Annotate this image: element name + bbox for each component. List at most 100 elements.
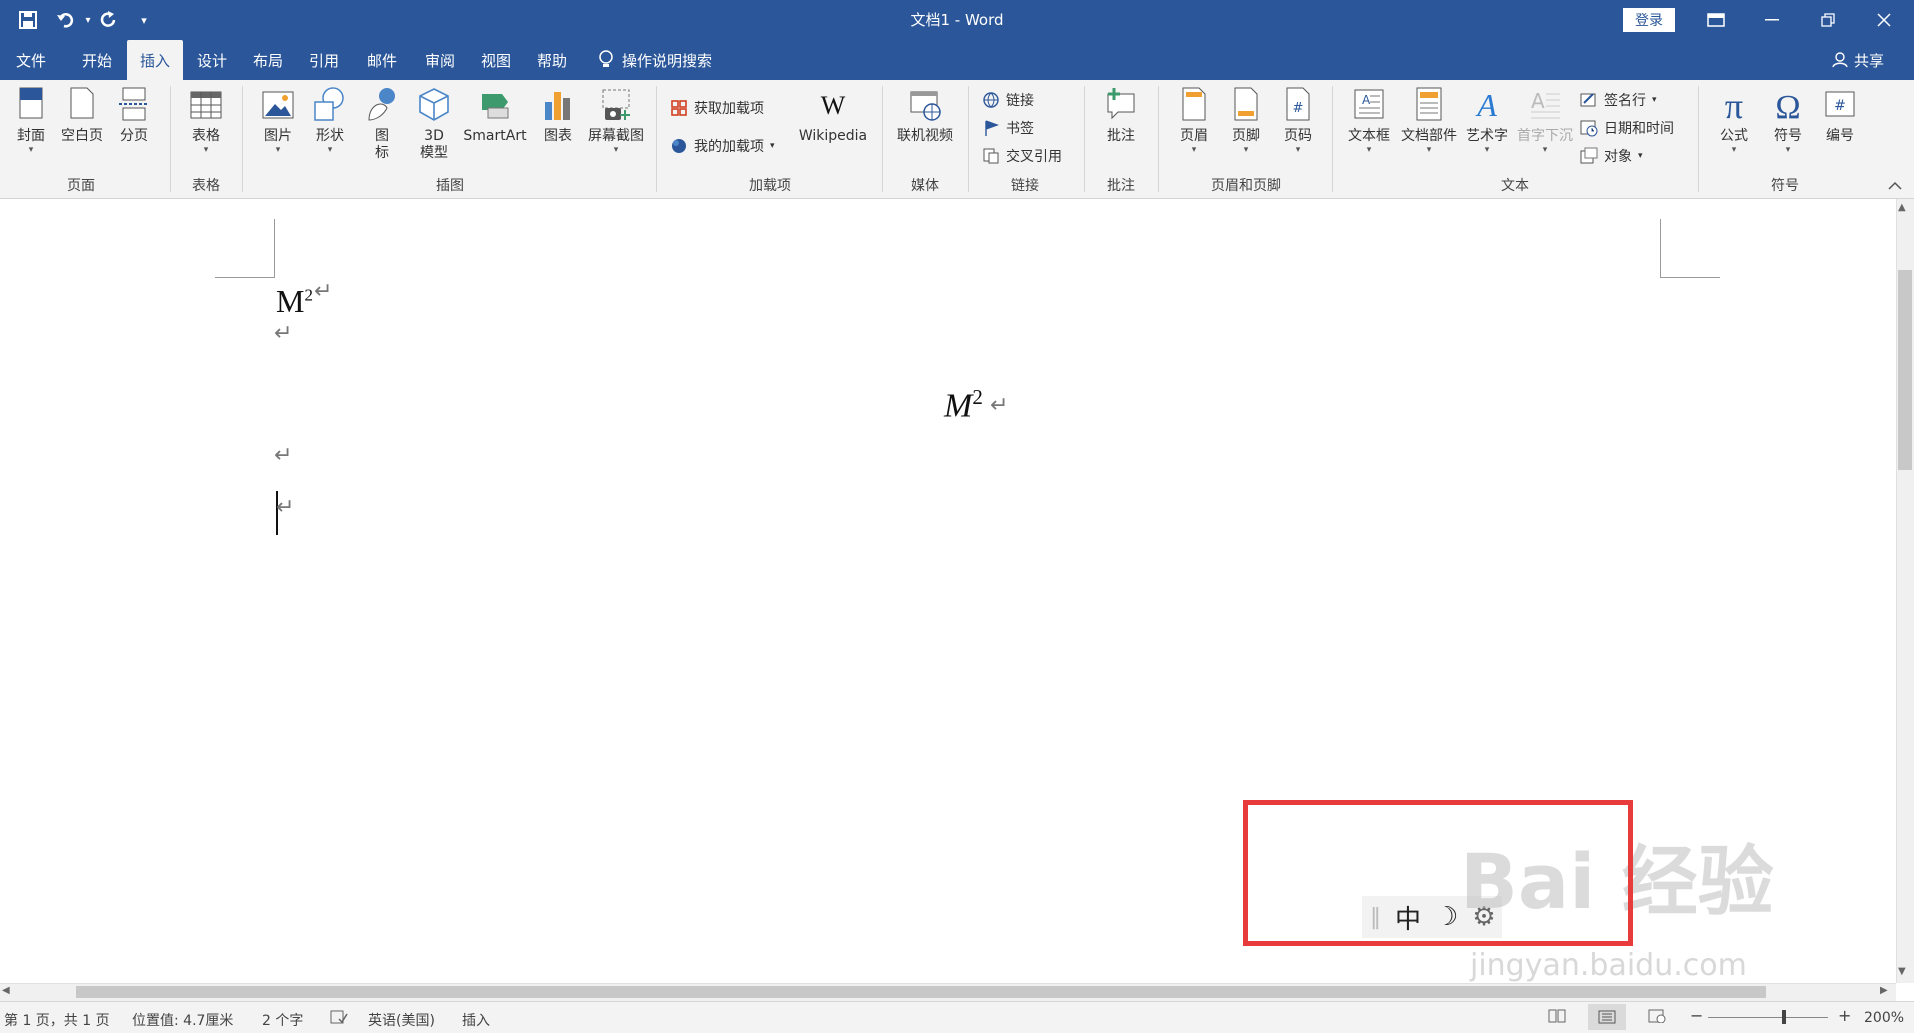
- signature-icon: [1580, 93, 1596, 107]
- wordart-button[interactable]: A 艺术字 ▾: [1462, 86, 1512, 155]
- chevron-down-icon: ▾: [327, 145, 333, 155]
- tell-me-label: 操作说明搜索: [622, 51, 713, 70]
- collapse-ribbon-icon[interactable]: [1888, 180, 1902, 194]
- online-video-button[interactable]: 联机视频: [892, 86, 958, 145]
- svg-text:A: A: [1475, 87, 1497, 123]
- scroll-right-icon[interactable]: ▶: [1880, 985, 1888, 996]
- equation-label: 公式: [1720, 128, 1748, 144]
- link-button[interactable]: 链接: [982, 90, 1034, 110]
- equation-m-squared[interactable]: M2: [944, 385, 983, 425]
- footer-label: 页脚: [1232, 128, 1260, 144]
- signature-line-button[interactable]: 签名行 ▾: [1580, 90, 1657, 110]
- tab-mailings[interactable]: 邮件: [354, 40, 410, 80]
- 3d-models-label-line1: 3D: [424, 128, 444, 144]
- tab-view[interactable]: 视图: [468, 40, 524, 80]
- login-button[interactable]: 登录: [1623, 8, 1675, 32]
- tab-references[interactable]: 引用: [296, 40, 352, 80]
- chevron-down-icon: ▾: [1243, 145, 1249, 155]
- tab-review[interactable]: 审阅: [412, 40, 468, 80]
- date-time-button[interactable]: 日期和时间: [1580, 118, 1674, 138]
- ribbon-display-options-icon[interactable]: [1688, 0, 1744, 40]
- tab-insert[interactable]: 插入: [127, 40, 183, 80]
- group-label-tables: 表格: [192, 178, 220, 194]
- page-break-icon: [119, 87, 149, 121]
- shapes-button[interactable]: 形状 ▾: [310, 86, 350, 155]
- footer-button[interactable]: 页脚 ▾: [1224, 86, 1268, 155]
- scroll-left-icon[interactable]: ◀: [2, 985, 10, 996]
- drop-cap-button[interactable]: A 首字下沉 ▾: [1514, 86, 1576, 155]
- 3d-models-button[interactable]: 3D 模型: [414, 86, 454, 162]
- screenshot-button[interactable]: 屏幕截图 ▾: [584, 86, 648, 155]
- table-button[interactable]: 表格 ▾: [186, 86, 226, 155]
- zoom-in-button[interactable]: +: [1838, 1006, 1851, 1025]
- status-position[interactable]: 位置值: 4.7厘米: [132, 1010, 233, 1030]
- group-label-symbols: 符号: [1771, 178, 1799, 194]
- quick-parts-button[interactable]: 文档部件 ▾: [1398, 86, 1460, 155]
- symbol-label: 符号: [1774, 128, 1802, 144]
- smartart-button[interactable]: SmartArt: [460, 86, 530, 145]
- get-addins-button[interactable]: 获取加载项: [670, 98, 764, 118]
- close-icon[interactable]: [1856, 0, 1912, 40]
- chevron-down-icon: ▾: [1295, 145, 1301, 155]
- wikipedia-button[interactable]: W Wikipedia: [796, 86, 870, 145]
- page-number-button[interactable]: # 页码 ▾: [1276, 86, 1320, 155]
- proofing-icon[interactable]: [330, 1010, 348, 1028]
- tab-file[interactable]: 文件: [0, 40, 62, 80]
- cover-page-icon: [19, 87, 43, 119]
- scroll-up-icon[interactable]: ▲: [1898, 202, 1906, 213]
- tell-me-search[interactable]: 操作说明搜索: [598, 40, 712, 80]
- object-label: 对象: [1604, 149, 1632, 165]
- object-button[interactable]: 对象 ▾: [1580, 146, 1643, 166]
- vertical-scroll-thumb[interactable]: [1898, 270, 1912, 470]
- status-language[interactable]: 英语(美国): [368, 1010, 435, 1030]
- number-button[interactable]: # 编号: [1818, 86, 1862, 145]
- share-button[interactable]: 共享: [1832, 40, 1884, 80]
- chart-icon: [545, 92, 570, 120]
- chevron-down-icon: ▾: [1542, 145, 1548, 155]
- tab-layout[interactable]: 布局: [240, 40, 296, 80]
- zoom-out-button[interactable]: −: [1690, 1006, 1703, 1025]
- status-insert-mode[interactable]: 插入: [462, 1010, 490, 1030]
- svg-text:A: A: [1362, 93, 1371, 107]
- signature-line-label: 签名行: [1604, 93, 1646, 109]
- tab-help[interactable]: 帮助: [524, 40, 580, 80]
- group-label-pages: 页面: [67, 178, 95, 194]
- minimize-icon[interactable]: [1744, 0, 1800, 40]
- scroll-down-icon[interactable]: ▼: [1898, 966, 1906, 977]
- chart-button[interactable]: 图表: [538, 86, 578, 145]
- bookmark-button[interactable]: 书签: [982, 118, 1034, 138]
- read-mode-icon[interactable]: [1548, 1009, 1566, 1027]
- restore-icon[interactable]: [1800, 0, 1856, 40]
- horizontal-scroll-thumb[interactable]: [76, 986, 1766, 998]
- tab-home[interactable]: 开始: [68, 40, 126, 80]
- blank-page-button[interactable]: 空白页: [58, 86, 106, 145]
- status-word-count[interactable]: 2 个字: [262, 1010, 303, 1030]
- chevron-down-icon: ▾: [1426, 145, 1432, 155]
- zoom-level[interactable]: 200%: [1864, 1010, 1904, 1026]
- pictures-button[interactable]: 图片 ▾: [258, 86, 298, 155]
- header-button[interactable]: 页眉 ▾: [1172, 86, 1216, 155]
- cross-reference-button[interactable]: 交叉引用: [982, 146, 1062, 166]
- zoom-slider-track[interactable]: [1708, 1017, 1828, 1018]
- bookmark-icon: [985, 120, 1000, 136]
- smartart-label: SmartArt: [463, 128, 527, 144]
- cover-page-button[interactable]: 封面 ▾: [12, 86, 50, 155]
- group-separator: [242, 86, 243, 192]
- text-base: M: [276, 283, 305, 319]
- crop-mark: [1660, 219, 1661, 278]
- picture-icon: [262, 91, 294, 119]
- icons-button[interactable]: 图 标: [362, 86, 402, 162]
- online-video-icon: [910, 91, 941, 121]
- status-page[interactable]: 第 1 页，共 1 页: [4, 1010, 110, 1030]
- zoom-slider-thumb[interactable]: [1782, 1010, 1786, 1024]
- equation-button[interactable]: π 公式 ▾: [1712, 86, 1756, 155]
- paragraph-mark: ↵: [274, 321, 293, 346]
- tab-design[interactable]: 设计: [184, 40, 240, 80]
- symbol-button[interactable]: Ω 符号 ▾: [1766, 86, 1810, 155]
- new-comment-button[interactable]: 批注: [1098, 86, 1144, 145]
- page-break-button[interactable]: 分页: [114, 86, 154, 145]
- my-addins-button[interactable]: 我的加载项 ▾: [670, 136, 775, 156]
- print-layout-icon[interactable]: [1588, 1004, 1626, 1030]
- text-box-button[interactable]: A 文本框 ▾: [1344, 86, 1394, 155]
- web-layout-icon[interactable]: [1648, 1009, 1666, 1027]
